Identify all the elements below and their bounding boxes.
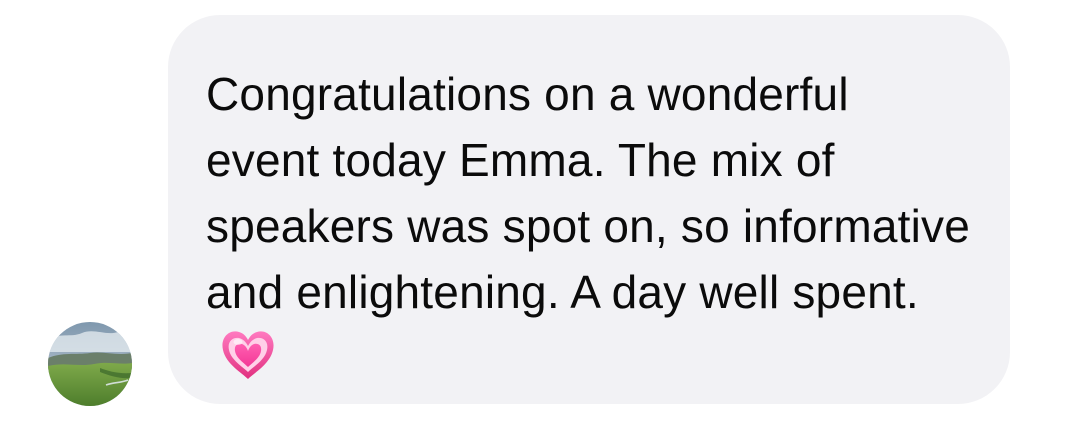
avatar[interactable] xyxy=(48,322,132,406)
heart-icon xyxy=(218,325,278,385)
message-bubble[interactable]: Congratulations on a wonderful event tod… xyxy=(168,15,1010,404)
message-row: Congratulations on a wonderful event tod… xyxy=(0,0,1072,448)
message-text: Congratulations on a wonderful event tod… xyxy=(206,61,970,391)
landscape-avatar-icon xyxy=(48,322,132,406)
message-body: Congratulations on a wonderful event tod… xyxy=(206,68,970,318)
